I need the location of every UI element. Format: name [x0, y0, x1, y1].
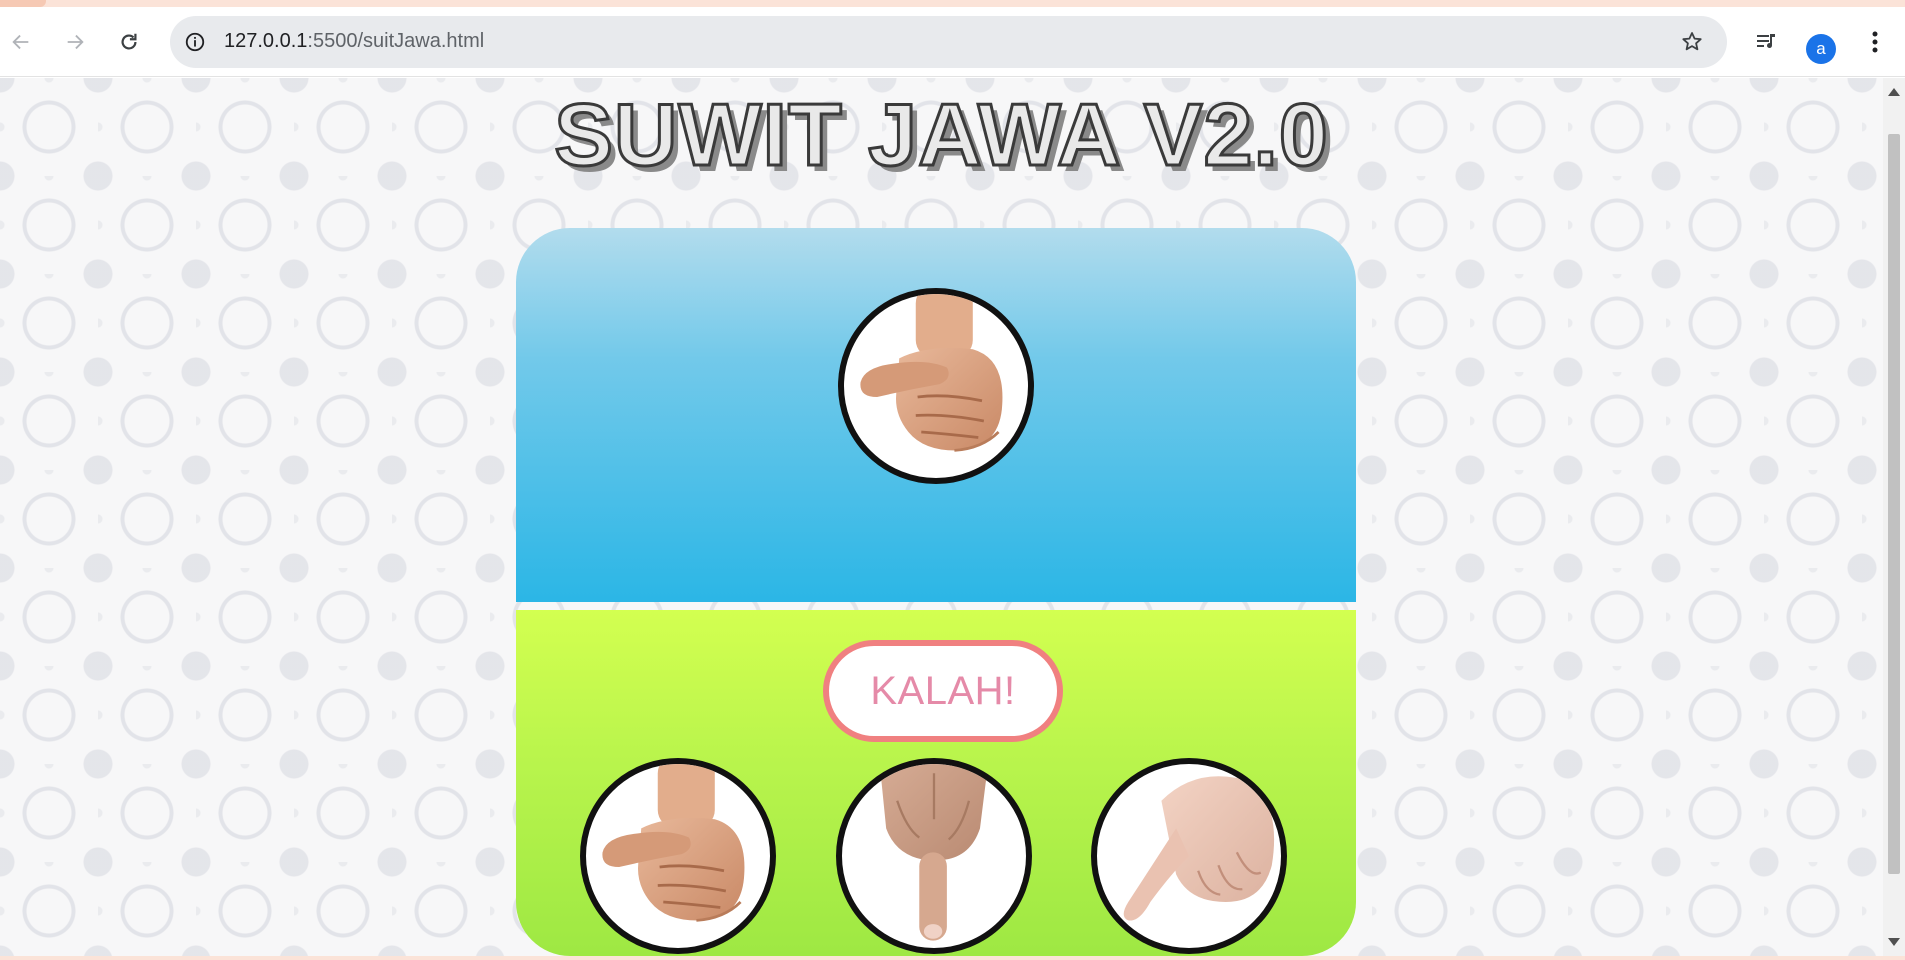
- computer-choice-gajah: [838, 288, 1034, 484]
- game-title: SUWIT JAWA V2.0: [553, 84, 1330, 186]
- menu-kebab-icon[interactable]: [1860, 27, 1890, 57]
- result-badge: KALAH!: [823, 640, 1063, 742]
- site-info-icon[interactable]: [182, 29, 208, 55]
- thumb-hand-icon: [860, 294, 1003, 452]
- scrollbar-thumb[interactable]: [1888, 134, 1900, 874]
- game-board: KALAH!: [516, 228, 1356, 956]
- address-bar[interactable]: 127.0.0.1:5500/suitJawa.html: [170, 16, 1727, 68]
- scroll-down-arrow-icon[interactable]: [1888, 938, 1900, 946]
- profile-avatar[interactable]: a: [1806, 34, 1836, 64]
- player-choice-gajah[interactable]: [580, 758, 776, 954]
- media-control-icon[interactable]: [1752, 27, 1782, 57]
- browser-toolbar: 127.0.0.1:5500/suitJawa.html a: [0, 7, 1905, 77]
- pinky-finger-hand-icon: [1123, 776, 1275, 921]
- thumb-hand-icon: [602, 764, 745, 922]
- back-icon[interactable]: [6, 27, 36, 57]
- url-host: 127.0.0.1: [224, 30, 308, 52]
- url-text[interactable]: 127.0.0.1:5500/suitJawa.html: [224, 30, 484, 53]
- reload-icon[interactable]: [114, 27, 144, 57]
- page-viewport: SUWIT JAWA V2.0 KALAH!: [0, 78, 1883, 956]
- forward-icon[interactable]: [60, 27, 90, 57]
- window-bottom-edge: [0, 956, 1905, 960]
- tab-strip: [0, 0, 1905, 7]
- player-choice-orang[interactable]: [836, 758, 1032, 954]
- page-scrollbar[interactable]: [1883, 78, 1905, 956]
- bookmark-star-icon[interactable]: [1679, 29, 1705, 55]
- url-path: :5500/suitJawa.html: [307, 30, 485, 52]
- scroll-up-arrow-icon[interactable]: [1888, 88, 1900, 96]
- index-finger-hand-icon: [879, 764, 989, 941]
- player-choice-semut[interactable]: [1091, 758, 1287, 954]
- active-tab-edge[interactable]: [0, 0, 46, 7]
